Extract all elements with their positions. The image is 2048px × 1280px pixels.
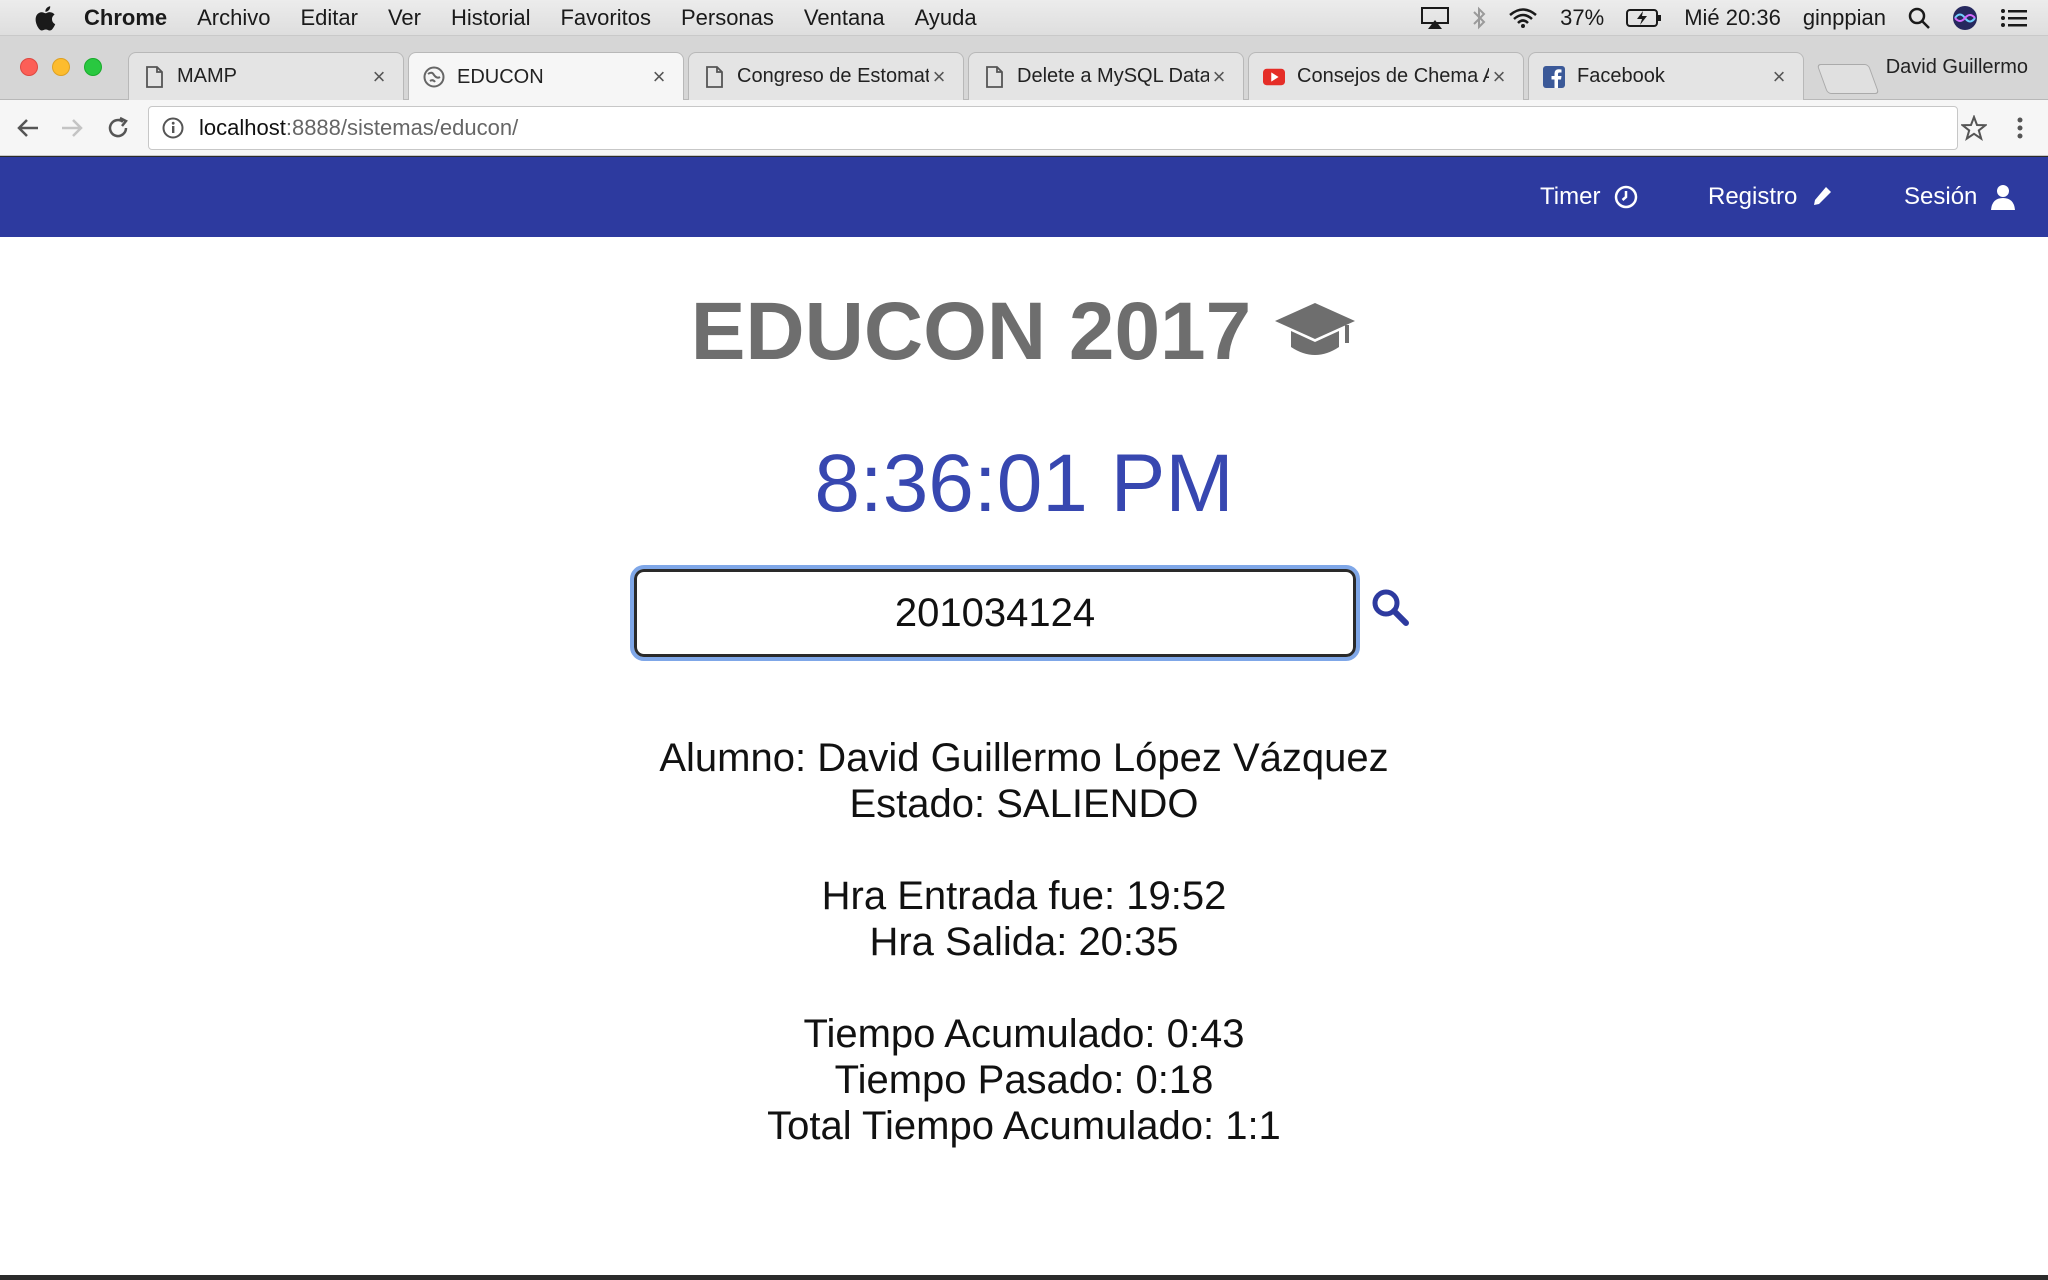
student-name: Alumno: David Guillermo López Vázquez bbox=[659, 736, 1389, 780]
tab-mamp[interactable]: MAMP × bbox=[128, 52, 404, 100]
tab-facebook[interactable]: Facebook × bbox=[1528, 52, 1804, 100]
tab-title: EDUCON bbox=[457, 65, 544, 88]
window-minimize-button[interactable] bbox=[52, 58, 70, 76]
battery-percent: 37% bbox=[1560, 5, 1605, 30]
tab-close-icon[interactable]: × bbox=[369, 64, 389, 90]
menu-personas[interactable]: Personas bbox=[681, 5, 774, 31]
exit-time: Hra Salida: 20:35 bbox=[869, 920, 1179, 964]
new-tab-button[interactable] bbox=[1816, 64, 1880, 94]
graduation-cap-icon bbox=[1273, 299, 1357, 365]
student-status: Estado: SALIENDO bbox=[849, 782, 1199, 826]
tab-close-icon[interactable]: × bbox=[1209, 64, 1229, 90]
chrome-menu-icon[interactable] bbox=[2004, 112, 2036, 144]
tab-close-icon[interactable]: × bbox=[1769, 64, 1789, 90]
student-search bbox=[630, 565, 1360, 661]
tab-strip: MAMP × EDUCON × Congreso de Estomat × De… bbox=[0, 36, 2048, 101]
user-icon bbox=[1991, 184, 2016, 210]
menubar-user[interactable]: ginppian bbox=[1803, 5, 1886, 31]
facebook-icon bbox=[1543, 65, 1565, 88]
wifi-icon[interactable] bbox=[1508, 7, 1538, 29]
apple-icon[interactable] bbox=[30, 5, 60, 31]
site-navbar: Timer Registro Sesión bbox=[0, 157, 2048, 237]
total-accumulated-time: Total Tiempo Acumulado: 1:1 bbox=[767, 1104, 1281, 1148]
reload-icon bbox=[108, 116, 128, 138]
tab-title: Congreso de Estomat bbox=[737, 65, 929, 87]
menu-editar[interactable]: Editar bbox=[300, 5, 357, 31]
attendance-info: Alumno: David Guillermo López Vázquez Es… bbox=[0, 735, 2048, 1149]
tab-educon[interactable]: EDUCON × bbox=[408, 52, 684, 101]
forward-button[interactable] bbox=[56, 112, 88, 144]
tab-title: MAMP bbox=[177, 65, 237, 87]
bookmark-star-icon[interactable] bbox=[1958, 112, 1990, 144]
live-clock: 8:36:01 PM bbox=[814, 438, 1234, 529]
reload-button[interactable] bbox=[102, 112, 134, 144]
battery-charging-icon[interactable] bbox=[1626, 8, 1662, 28]
page-icon bbox=[983, 65, 1005, 88]
tab-title: Delete a MySQL Data bbox=[1017, 65, 1209, 87]
tab-close-icon[interactable]: × bbox=[1489, 64, 1509, 90]
browser-toolbar: localhost:8888/sistemas/educon/ bbox=[0, 100, 2048, 156]
student-id-input[interactable] bbox=[630, 565, 1360, 661]
nav-registro-label: Registro bbox=[1708, 183, 1798, 210]
menu-historial[interactable]: Historial bbox=[451, 5, 530, 31]
menu-ayuda[interactable]: Ayuda bbox=[915, 5, 977, 31]
search-icon bbox=[1372, 589, 1409, 626]
url-path: :8888/sistemas/educon/ bbox=[285, 115, 519, 140]
tab-consejos-chema[interactable]: Consejos de Chema A × bbox=[1248, 52, 1524, 100]
youtube-icon bbox=[1263, 66, 1285, 88]
nav-timer-label: Timer bbox=[1540, 183, 1601, 210]
search-button[interactable] bbox=[1370, 585, 1410, 629]
address-bar[interactable]: localhost:8888/sistemas/educon/ bbox=[148, 106, 1958, 150]
bluetooth-icon[interactable] bbox=[1472, 6, 1486, 30]
site-info-icon[interactable] bbox=[159, 117, 187, 139]
tab-close-icon[interactable]: × bbox=[649, 64, 669, 90]
tab-title: Facebook bbox=[1577, 65, 1665, 87]
globe-icon bbox=[423, 66, 445, 88]
spotlight-search-icon[interactable] bbox=[1908, 7, 1930, 29]
forward-arrow-icon bbox=[62, 119, 83, 137]
tab-title: Consejos de Chema A bbox=[1297, 65, 1489, 87]
clock-icon bbox=[1614, 185, 1638, 209]
nav-sesion-label: Sesión bbox=[1904, 183, 1978, 210]
notification-center-icon[interactable] bbox=[2000, 7, 2028, 29]
tab-close-icon[interactable]: × bbox=[929, 64, 949, 90]
airplay-icon[interactable] bbox=[1420, 6, 1450, 30]
page-title-text: EDUCON 2017 bbox=[690, 286, 1252, 377]
back-arrow-icon bbox=[17, 119, 38, 137]
nav-registro[interactable]: Registro bbox=[1708, 179, 1833, 215]
menu-favoritos[interactable]: Favoritos bbox=[560, 5, 650, 31]
tab-congreso[interactable]: Congreso de Estomat × bbox=[688, 52, 964, 100]
back-button[interactable] bbox=[12, 112, 44, 144]
profile-name[interactable]: David Guillermo bbox=[1886, 56, 2028, 79]
elapsed-time: Tiempo Pasado: 0:18 bbox=[834, 1058, 1214, 1102]
menu-archivo[interactable]: Archivo bbox=[197, 5, 270, 31]
web-page: Timer Registro Sesión EDUCON 2017 8:36:0… bbox=[0, 157, 2048, 1275]
accumulated-time: Tiempo Acumulado: 0:43 bbox=[803, 1012, 1245, 1056]
url-host: localhost bbox=[199, 115, 286, 140]
mac-menubar: Chrome Archivo Editar Ver Historial Favo… bbox=[0, 0, 2048, 36]
window-close-button[interactable] bbox=[20, 58, 38, 76]
nav-timer[interactable]: Timer bbox=[1540, 179, 1638, 215]
menu-ver[interactable]: Ver bbox=[388, 5, 421, 31]
clock-datetime[interactable]: Mié 20:36 bbox=[1684, 5, 1781, 31]
pencil-icon bbox=[1811, 185, 1833, 209]
page-title: EDUCON 2017 bbox=[0, 285, 2048, 379]
siri-icon[interactable] bbox=[1952, 5, 1978, 31]
tab-delete-mysql[interactable]: Delete a MySQL Data × bbox=[968, 52, 1244, 100]
menu-app-chrome[interactable]: Chrome bbox=[84, 5, 167, 31]
nav-sesion[interactable]: Sesión bbox=[1904, 179, 2016, 215]
window-controls bbox=[20, 58, 102, 76]
page-icon bbox=[143, 65, 165, 88]
window-zoom-button[interactable] bbox=[84, 58, 102, 76]
page-icon bbox=[703, 65, 725, 88]
entry-time: Hra Entrada fue: 19:52 bbox=[821, 874, 1227, 918]
menu-ventana[interactable]: Ventana bbox=[804, 5, 885, 31]
